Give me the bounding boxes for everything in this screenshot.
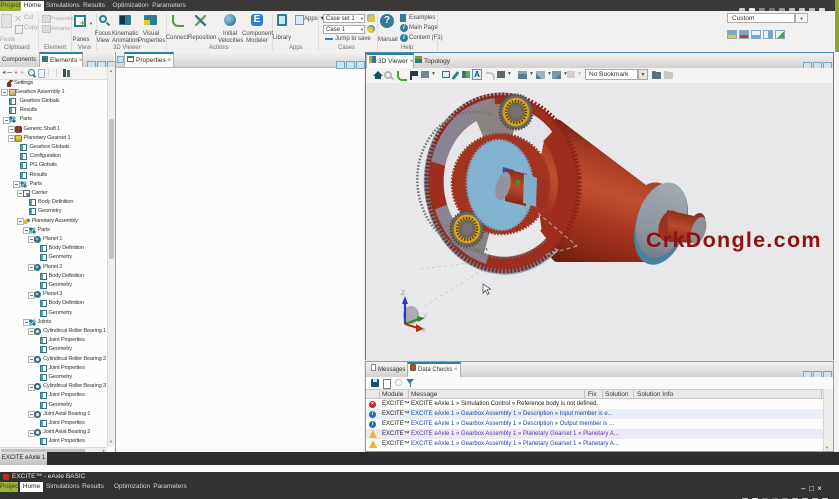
svg-text:Z: Z	[401, 290, 405, 297]
svg-text:Y: Y	[423, 313, 428, 320]
svg-text:CrkDongle.com: CrkDongle.com	[646, 228, 822, 252]
svg-text:X: X	[422, 327, 427, 334]
